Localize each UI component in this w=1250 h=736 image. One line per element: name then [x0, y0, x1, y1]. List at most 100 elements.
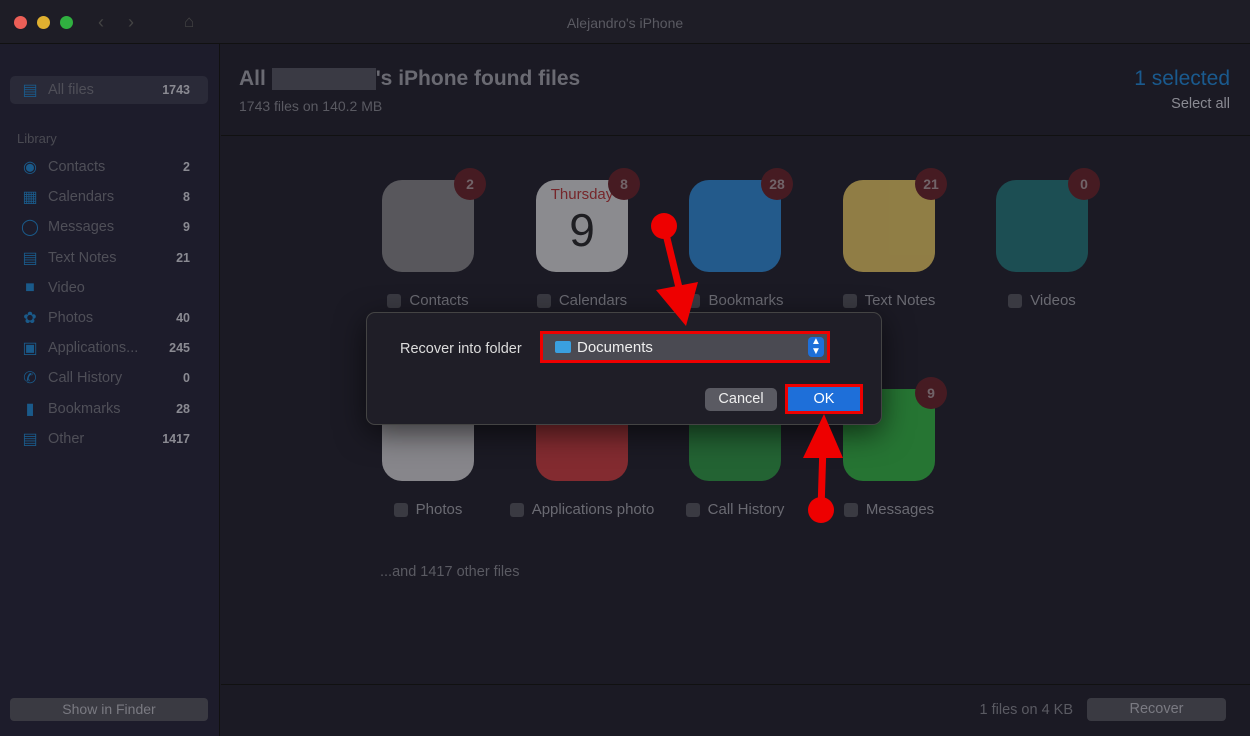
divider — [221, 135, 1250, 136]
selection-size: 1 files on 4 KB — [979, 702, 1074, 718]
bookmark-icon: ▮ — [25, 400, 35, 418]
select-checkbox[interactable] — [1008, 293, 1023, 308]
tile-label: Applications photo — [531, 501, 655, 518]
sidebar-item-label: Messages — [48, 219, 115, 236]
category-tile-calendars[interactable]: Thursday 9 8 Calendars — [507, 168, 657, 309]
chevron-updown-icon: ▲ ▼ — [808, 337, 824, 357]
sidebar-item-contacts[interactable]: ◉ Contacts 2 — [10, 153, 208, 181]
divider — [221, 684, 1250, 685]
notes-icon: ▤ — [22, 249, 38, 267]
ok-button[interactable]: OK — [785, 384, 863, 414]
tile-label: Videos — [1030, 292, 1076, 309]
select-checkbox[interactable] — [509, 502, 524, 517]
sidebar-item-label: Other — [48, 430, 85, 447]
sidebar-item-count: 245 — [169, 341, 190, 356]
photos-icon: ✿ — [23, 310, 37, 327]
title-bar: ‹ › ⌂ Alejandro's iPhone — [0, 0, 1250, 44]
count-badge: 8 — [608, 168, 640, 200]
redacted-name — [271, 68, 376, 91]
show-in-finder-button[interactable]: Show in Finder — [10, 698, 208, 721]
selected-count: 1 selected — [1134, 67, 1230, 90]
contacts-icon: 2 — [382, 168, 486, 272]
select-checkbox[interactable] — [536, 293, 551, 308]
videos-icon: 0 — [996, 168, 1100, 272]
sidebar-item-calendars[interactable]: ▦ Calendars 8 — [10, 183, 208, 211]
sidebar-item-label: Text Notes — [48, 249, 117, 266]
sidebar-item-bookmarks[interactable]: ▮ Bookmarks 28 — [10, 395, 208, 423]
recover-dialog: Recover into folder Documents ▲ ▼ Cancel … — [366, 312, 882, 425]
count-badge: 2 — [454, 168, 486, 200]
sidebar-item-count: 21 — [176, 250, 190, 265]
select-checkbox[interactable] — [685, 502, 700, 517]
calendar-date: 9 — [569, 204, 595, 256]
cancel-button[interactable]: Cancel — [705, 388, 777, 411]
window-title: Alejandro's iPhone — [566, 15, 684, 31]
sidebar-item-count: 8 — [183, 190, 190, 205]
phone-icon: ✆ — [23, 370, 37, 388]
recover-button[interactable]: Recover — [1087, 698, 1226, 721]
other-files-text: ...and 1417 other files — [380, 564, 520, 580]
folder-select[interactable]: Documents ▲ ▼ — [540, 331, 830, 363]
sidebar-item-label: Call History — [48, 370, 123, 387]
calendar-icon: ▦ — [22, 189, 38, 207]
count-badge: 0 — [1068, 168, 1100, 200]
text-notes-icon: 21 — [843, 168, 947, 272]
tile-label: Call History — [707, 501, 785, 518]
sidebar-item-label: All files — [48, 82, 94, 98]
sidebar-item-all-files[interactable]: ▤ All files 1743 — [10, 76, 208, 104]
sidebar-item-label: Photos — [48, 310, 94, 326]
category-tile-bookmarks[interactable]: 28 Bookmarks — [660, 168, 810, 309]
title-suffix: 's iPhone found files — [375, 67, 581, 90]
tile-label: Contacts — [409, 292, 469, 309]
select-checkbox[interactable] — [843, 502, 858, 517]
files-icon: ▤ — [22, 82, 38, 99]
select-checkbox[interactable] — [387, 293, 402, 308]
sidebar-item-count: 40 — [176, 311, 190, 325]
count-badge: 28 — [761, 168, 793, 200]
sidebar-item-applications[interactable]: ▣ Applications... 245 — [10, 334, 208, 362]
contact-icon: ◉ — [23, 159, 37, 176]
sidebar-item-count: 1743 — [162, 83, 190, 97]
page-title: All 's iPhone found files — [239, 67, 580, 91]
calendars-icon: Thursday 9 8 — [536, 168, 640, 272]
sidebar: ▤ All files 1743 Library ◉ Contacts 2 ▦ Cale… — [0, 44, 220, 736]
sidebar-item-text-notes[interactable]: ▤ Text Notes 21 — [10, 244, 208, 272]
folder-icon: ▤ — [22, 430, 38, 448]
folder-icon — [555, 341, 571, 353]
sidebar-item-count: 9 — [183, 220, 190, 235]
files-summary: 1743 files on 140.2 MB — [239, 98, 383, 114]
library-heading: Library — [17, 131, 57, 146]
tile-label: Bookmarks — [708, 292, 784, 309]
category-tile-videos[interactable]: 0 Videos — [967, 168, 1117, 309]
category-tile-contacts[interactable]: 2 Contacts — [353, 168, 503, 309]
message-icon: ◯ — [21, 219, 39, 237]
count-badge: 21 — [915, 168, 947, 200]
select-checkbox[interactable] — [842, 293, 857, 308]
select-checkbox[interactable] — [393, 502, 408, 517]
sidebar-item-label: Applications... — [48, 340, 139, 357]
tile-label: Messages — [865, 501, 935, 518]
sidebar-item-label: Calendars — [48, 189, 115, 206]
category-tile-text-notes[interactable]: 21 Text Notes — [814, 168, 964, 309]
sidebar-item-label: Contacts — [48, 159, 106, 175]
sidebar-item-count: 0 — [183, 371, 190, 386]
sidebar-item-count: 28 — [176, 401, 190, 416]
sidebar-item-video[interactable]: ■ Video — [10, 274, 208, 302]
sidebar-item-count: 1417 — [162, 431, 190, 446]
sidebar-item-label: Bookmarks — [48, 400, 121, 417]
folder-value: Documents — [577, 338, 653, 356]
tile-label: Calendars — [558, 292, 628, 309]
sidebar-item-messages[interactable]: ◯ Messages 9 — [10, 213, 208, 241]
select-all-link[interactable]: Select all — [1171, 96, 1230, 112]
tile-label: Photos — [415, 501, 463, 518]
sidebar-item-other[interactable]: ▤ Other 1417 — [10, 425, 208, 453]
sidebar-item-photos[interactable]: ✿ Photos 40 — [10, 304, 208, 332]
count-badge: 9 — [915, 377, 947, 409]
select-checkbox[interactable] — [686, 293, 701, 308]
sidebar-item-count: 2 — [183, 160, 190, 174]
tile-label: Text Notes — [864, 292, 936, 309]
sidebar-item-call-history[interactable]: ✆ Call History 0 — [10, 364, 208, 392]
recover-folder-label: Recover into folder — [400, 341, 522, 357]
sidebar-item-label: Video — [48, 279, 85, 296]
title-prefix: All — [239, 67, 266, 90]
